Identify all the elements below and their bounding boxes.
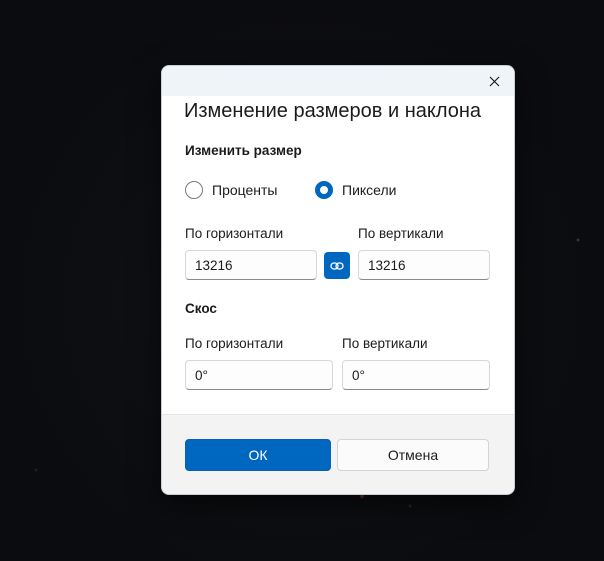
resize-horizontal-input[interactable]	[185, 250, 317, 280]
close-icon	[489, 76, 499, 86]
resize-vertical-input[interactable]	[358, 250, 490, 280]
dialog-title: Изменение размеров и наклона	[184, 100, 482, 122]
radio-percent[interactable]: Проценты	[185, 181, 278, 199]
ok-button[interactable]: ОК	[185, 439, 331, 471]
radio-pixels[interactable]: Пиксели	[315, 181, 396, 199]
skew-vertical-label: По вертикали	[342, 336, 428, 351]
skew-vertical-input[interactable]	[342, 360, 490, 390]
dialog-footer: ОК Отмена	[162, 414, 514, 494]
aspect-ratio-link-button[interactable]	[324, 252, 350, 279]
radio-percent-label: Проценты	[212, 182, 278, 198]
link-icon	[330, 261, 344, 270]
close-button[interactable]	[482, 70, 506, 92]
radio-percent-circle[interactable]	[185, 181, 203, 199]
skew-horizontal-label: По горизонтали	[185, 336, 284, 351]
resize-vertical-label: По вертикали	[358, 226, 444, 241]
dialog-titlebar	[162, 66, 514, 96]
resize-horizontal-label: По горизонтали	[185, 226, 284, 241]
cancel-button[interactable]: Отмена	[337, 439, 489, 471]
radio-pixels-label: Пиксели	[342, 182, 397, 198]
resize-section-label: Изменить размер	[185, 143, 302, 158]
skew-section-label: Скос	[185, 301, 217, 316]
resize-skew-dialog: Изменение размеров и наклона Изменить ра…	[161, 65, 515, 495]
radio-pixels-circle[interactable]	[315, 181, 333, 199]
skew-horizontal-input[interactable]	[185, 360, 333, 390]
